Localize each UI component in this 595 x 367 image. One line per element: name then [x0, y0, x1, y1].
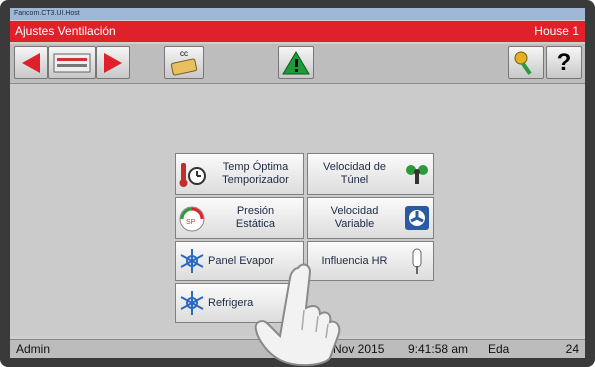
- help-button[interactable]: ?: [546, 46, 582, 79]
- presion-estatica-button[interactable]: SP Presión Estática: [175, 197, 304, 239]
- card-icon: [170, 58, 198, 75]
- previous-button[interactable]: [14, 46, 48, 79]
- tunnel-fan-icon: [401, 158, 433, 190]
- overview-button[interactable]: [48, 46, 96, 79]
- velocidad-tunel-button[interactable]: Velocidad de Túnel: [307, 153, 434, 195]
- window-title: Fancom.CT3.UI.Host: [10, 8, 585, 20]
- pointing-hand-icon: [254, 263, 341, 366]
- alarm-button[interactable]: [278, 46, 314, 79]
- user-name: Admin: [16, 342, 51, 356]
- fan-box-icon: [401, 202, 433, 234]
- toolbar: cc ?: [10, 44, 585, 84]
- temp-optima-button[interactable]: Temp Óptima Temporizador: [175, 153, 304, 195]
- presion-estatica-label: Presión Estática: [235, 205, 276, 230]
- cc-label: cc: [180, 48, 188, 58]
- velocidad-variable-label: Velocidad Variable: [330, 205, 379, 230]
- status-time: 9:41:58 am: [408, 342, 469, 356]
- pressure-gauge-icon: SP: [176, 202, 208, 234]
- eda-label: Eda: [488, 342, 510, 356]
- sp-label: SP: [186, 219, 196, 226]
- next-button[interactable]: [96, 46, 130, 79]
- key-icon: [514, 51, 532, 75]
- cooling-icon: [176, 287, 208, 319]
- cooling-pad-icon: [176, 245, 208, 277]
- page-title: Ajustes Ventilación: [15, 24, 116, 38]
- velocidad-variable-button[interactable]: Velocidad Variable: [307, 197, 434, 239]
- arrow-right-icon: [104, 52, 122, 73]
- screen-list-icon: [53, 53, 91, 72]
- temp-optima-label: Temp Óptima Temporizador: [222, 161, 289, 186]
- cc-card-button[interactable]: cc: [164, 46, 204, 79]
- thermometer-timer-icon: [176, 158, 208, 190]
- eda-value: 24: [565, 342, 579, 356]
- velocidad-tunel-label: Velocidad de Túnel: [323, 161, 386, 186]
- humidity-sensor-icon: [401, 245, 433, 277]
- header-bar: Ajustes Ventilación House 1: [10, 21, 585, 42]
- warning-icon: [282, 50, 310, 74]
- arrow-left-icon: [22, 52, 40, 73]
- house-label: House 1: [534, 24, 579, 38]
- key-button[interactable]: [508, 46, 544, 79]
